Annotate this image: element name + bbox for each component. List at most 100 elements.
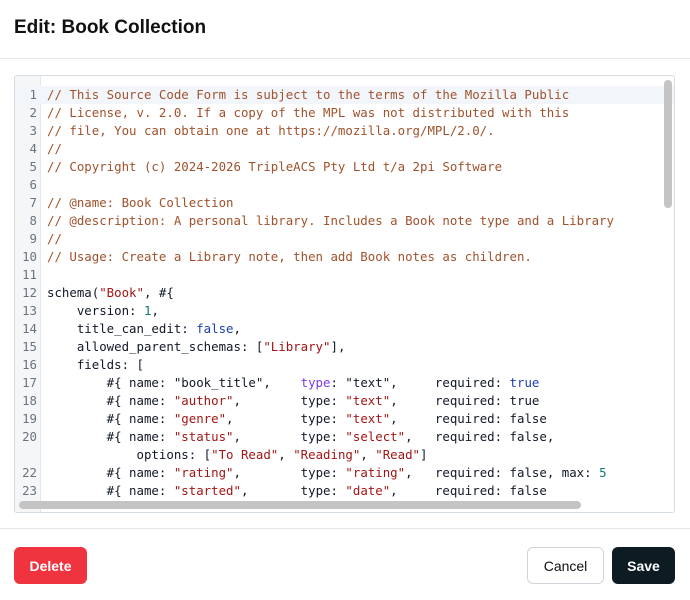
- code-token: allowed_parent_schemas: [: [47, 339, 264, 354]
- code-text: // Copyright (c) 2024-2026 TripleACS Pty…: [47, 158, 502, 176]
- code-token: "Book": [99, 285, 144, 300]
- code-text: allowed_parent_schemas: ["Library"],: [47, 338, 346, 356]
- code-line[interactable]: 22 #{ name: "rating", type: "rating", re…: [15, 464, 674, 482]
- code-token: // Usage: Create a Library note, then ad…: [47, 249, 532, 264]
- vertical-scrollbar-track[interactable]: [662, 76, 674, 500]
- code-token: "select": [345, 429, 406, 444]
- code-token: #{ name: "book_title",: [47, 375, 301, 390]
- code-line[interactable]: 20 #{ name: "status", type: "select", re…: [15, 428, 674, 446]
- line-number: 16: [22, 357, 37, 372]
- code-token: type: [300, 375, 331, 390]
- code-token: ,: [233, 321, 241, 336]
- code-token: , type:: [240, 483, 346, 498]
- line-number: 23: [22, 483, 37, 498]
- code-token: options: [: [47, 447, 212, 462]
- code-token: // This Source Code Form is subject to t…: [47, 87, 570, 102]
- dialog-header: Edit: Book Collection: [0, 0, 690, 59]
- code-token: "started": [173, 483, 241, 498]
- code-token: ,: [151, 303, 159, 318]
- code-lines[interactable]: 1 // This Source Code Form is subject to …: [15, 86, 674, 500]
- code-line[interactable]: 19 #{ name: "genre", type: "text", requi…: [15, 410, 674, 428]
- code-line[interactable]: 11: [15, 266, 674, 284]
- line-number: 1: [29, 87, 37, 102]
- line-number: 7: [29, 195, 37, 210]
- code-line[interactable]: 23 #{ name: "started", type: "date", req…: [15, 482, 674, 500]
- code-line[interactable]: 9 //: [15, 230, 674, 248]
- code-token: 5: [599, 465, 607, 480]
- line-number: 22: [22, 465, 37, 480]
- cancel-button[interactable]: Cancel: [527, 547, 604, 584]
- code-text: //: [47, 140, 62, 158]
- line-number: 18: [22, 393, 37, 408]
- code-line[interactable]: 15 allowed_parent_schemas: ["Library"],: [15, 338, 674, 356]
- code-line[interactable]: 4 //: [15, 140, 674, 158]
- code-token: schema(: [47, 285, 100, 300]
- code-token: ,: [278, 447, 294, 462]
- code-token: #{ name:: [47, 429, 174, 444]
- code-token: #{ name:: [47, 393, 174, 408]
- code-token: // Copyright (c) 2024-2026 TripleACS Pty…: [47, 159, 503, 174]
- code-text: version: 1,: [47, 302, 159, 320]
- line-number: 4: [29, 141, 37, 156]
- save-button[interactable]: Save: [612, 547, 675, 584]
- code-text: #{ name: "rating", type: "rating", requi…: [47, 464, 607, 482]
- code-line[interactable]: 3 // file, You can obtain one at https://…: [15, 122, 674, 140]
- line-number: 17: [22, 375, 37, 390]
- line-number: 9: [29, 231, 37, 246]
- line-number: 20: [22, 429, 37, 444]
- code-token: "text": [345, 411, 391, 426]
- code-line[interactable]: 18 #{ name: "author", type: "text", requ…: [15, 392, 674, 410]
- code-token: "author": [173, 393, 234, 408]
- horizontal-scrollbar-thumb[interactable]: [19, 501, 581, 509]
- code-line[interactable]: 12 schema("Book", #{: [15, 284, 674, 302]
- code-text: title_can_edit: false,: [47, 320, 241, 338]
- line-number: 8: [29, 213, 37, 228]
- line-number: 5: [29, 159, 37, 174]
- code-line[interactable]: options: ["To Read", "Reading", "Read"]: [15, 446, 674, 464]
- code-text: // file, You can obtain one at https://m…: [47, 122, 495, 140]
- code-line[interactable]: 7 // @name: Book Collection: [15, 194, 674, 212]
- code-line[interactable]: 2 // License, v. 2.0. If a copy of the MP…: [15, 104, 674, 122]
- code-editor[interactable]: 1 // This Source Code Form is subject to …: [14, 75, 675, 513]
- code-line[interactable]: 8 // @description: A personal library. In…: [15, 212, 674, 230]
- code-token: #{ name:: [47, 411, 174, 426]
- code-token: , required: false: [390, 483, 547, 498]
- code-text: #{ name: "status", type: "select", requi…: [47, 428, 555, 446]
- code-text: #{ name: "genre", type: "text", required…: [47, 410, 547, 428]
- dialog-title: Edit: Book Collection: [14, 17, 207, 38]
- code-token: title_can_edit:: [47, 321, 197, 336]
- code-line[interactable]: 13 version: 1,: [15, 302, 674, 320]
- code-line[interactable]: 17 #{ name: "book_title", type: "text", …: [15, 374, 674, 392]
- delete-button[interactable]: Delete: [14, 547, 87, 584]
- code-token: false: [196, 321, 234, 336]
- code-line[interactable]: 6: [15, 176, 674, 194]
- code-token: "Reading": [293, 447, 361, 462]
- code-line[interactable]: 10 // Usage: Create a Library note, then …: [15, 248, 674, 266]
- code-token: , required: false: [390, 411, 547, 426]
- code-line[interactable]: 16 fields: [: [15, 356, 674, 374]
- code-token: "text": [345, 393, 391, 408]
- code-token: // file, You can obtain one at https://m…: [47, 123, 495, 138]
- vertical-scrollbar-thumb[interactable]: [664, 80, 672, 208]
- code-token: "rating": [173, 465, 234, 480]
- line-number: 11: [22, 267, 37, 282]
- code-token: , type:: [233, 393, 346, 408]
- code-line[interactable]: 14 title_can_edit: false,: [15, 320, 674, 338]
- line-number: 6: [29, 177, 37, 192]
- code-token: ,: [360, 447, 376, 462]
- code-text: // @name: Book Collection: [47, 194, 234, 212]
- line-number: 13: [22, 303, 37, 318]
- code-token: , required: false, max:: [405, 465, 600, 480]
- code-token: , type:: [233, 465, 346, 480]
- line-number: 10: [22, 249, 37, 264]
- code-token: "status": [173, 429, 234, 444]
- code-line[interactable]: 5 // Copyright (c) 2024-2026 TripleACS Pt…: [15, 158, 674, 176]
- code-token: , #{: [143, 285, 174, 300]
- code-text: #{ name: "author", type: "text", require…: [47, 392, 540, 410]
- code-token: ],: [330, 339, 346, 354]
- code-token: fields: [: [47, 357, 144, 372]
- code-token: //: [47, 141, 62, 156]
- code-line[interactable]: 1 // This Source Code Form is subject to …: [15, 86, 674, 104]
- code-text: #{ name: "started", type: "date", requir…: [47, 482, 547, 500]
- code-token: , type:: [226, 411, 346, 426]
